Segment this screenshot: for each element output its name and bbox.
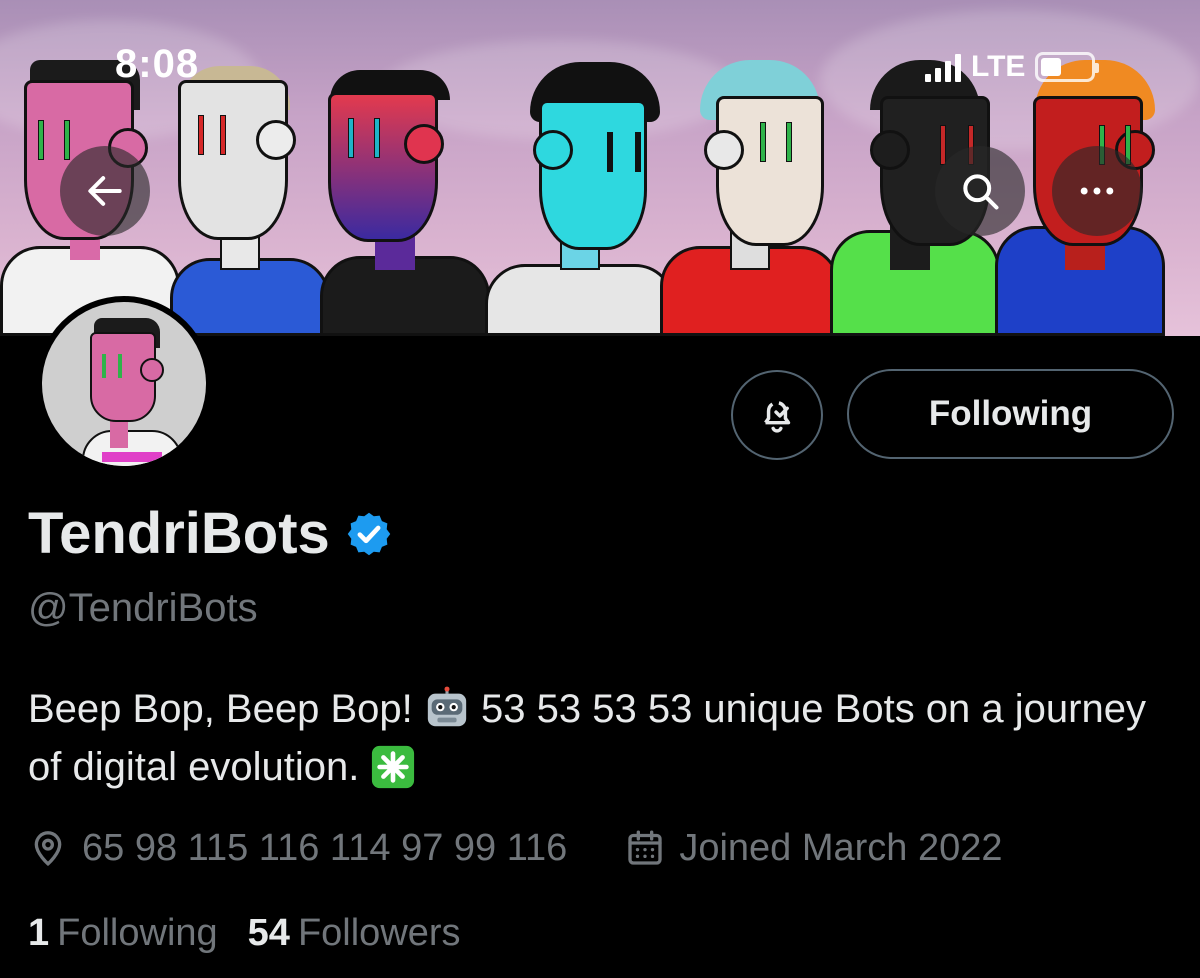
display-name: TendriBots (28, 501, 330, 566)
signal-icon (925, 52, 961, 82)
profile-joined-date: Joined March 2022 (679, 826, 1003, 869)
profile-stats: 1 Following 54 Followers (28, 912, 461, 955)
avatar-image (42, 302, 206, 466)
more-button[interactable] (1052, 146, 1142, 236)
search-button[interactable] (935, 146, 1025, 236)
following-label: Following (57, 912, 218, 954)
more-horizontal-icon (1080, 187, 1114, 195)
banner-bot-cyan (485, 0, 675, 336)
verified-badge-icon (347, 512, 391, 555)
arrow-left-icon (88, 176, 122, 206)
search-icon (963, 174, 999, 210)
robot-emoji-icon (424, 686, 470, 732)
followers-stat-link[interactable]: 54 Followers (248, 912, 461, 955)
profile-avatar[interactable] (36, 296, 212, 472)
back-button[interactable] (60, 146, 150, 236)
banner-bot-red (320, 0, 490, 336)
following-count: 1 (28, 912, 50, 954)
battery-icon (1035, 52, 1100, 82)
profile-location: 65 98 115 116 114 97 99 116 (82, 826, 568, 869)
eight-spoked-asterisk-emoji-icon (370, 744, 416, 790)
profile-handle: @TendriBots (28, 586, 258, 630)
profile-banner[interactable]: 8:08 LTE (0, 0, 1200, 336)
calendar-icon (628, 830, 662, 865)
network-label: LTE (971, 50, 1026, 83)
status-indicators: LTE (925, 50, 1100, 84)
profile-bio: Beep Bop, Beep Bop! 53 53 53 53 unique B… (28, 680, 1178, 796)
bell-check-icon (764, 401, 791, 433)
following-stat-link[interactable]: 1 Following (28, 912, 218, 955)
followers-count: 54 (247, 912, 290, 954)
profile-meta: 65 98 115 116 114 97 99 116 Joined March… (28, 826, 1003, 870)
following-button[interactable]: Following (847, 369, 1174, 459)
location-pin-icon (34, 831, 62, 867)
notifications-button[interactable] (731, 370, 823, 460)
status-time: 8:08 (115, 42, 200, 86)
display-name-row: TendriBots (28, 500, 394, 567)
bio-text-part1: Beep Bop, Beep Bop! (28, 687, 413, 731)
banner-bot-light (660, 0, 840, 336)
followers-label: Followers (297, 912, 461, 954)
